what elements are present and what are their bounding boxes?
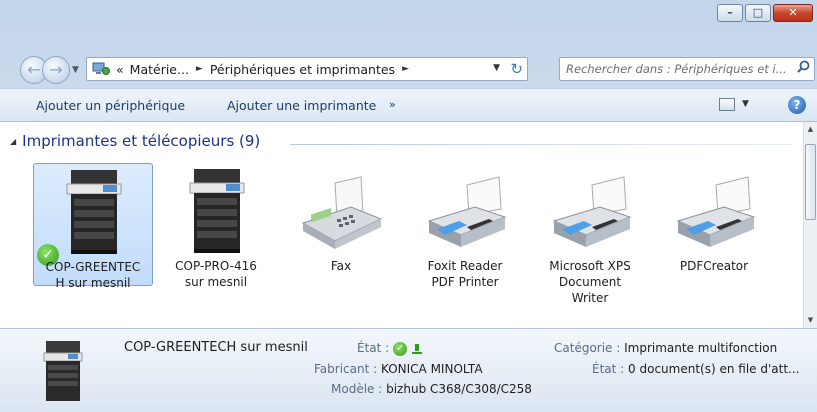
state-field: État : ✓ — [357, 341, 423, 356]
mfp-printer-icon — [156, 163, 276, 257]
close-button[interactable]: ✕ — [773, 4, 813, 22]
breadcrumb-devices-printers[interactable]: Périphériques et imprimantes — [210, 62, 395, 77]
collapse-arrow-icon[interactable]: ◢ — [10, 137, 16, 146]
device-label-line: Fax — [330, 259, 352, 273]
device-item[interactable]: Fax — [281, 163, 401, 328]
address-dropdown-icon[interactable]: ▼ — [493, 63, 500, 73]
device-label: Foxit Reader PDF Printer — [405, 258, 525, 290]
ok-status-icon: ✓ — [393, 341, 408, 356]
recent-pages-dropdown[interactable]: ▼ — [72, 65, 79, 75]
maximize-button[interactable]: □ — [745, 4, 771, 22]
model-value: bizhub C368/C308/C258 — [386, 382, 532, 396]
search-input[interactable]: Rechercher dans : Périphériques et i... — [559, 57, 815, 81]
printer-icon — [654, 163, 774, 257]
breadcrumb-prefix[interactable]: « — [116, 62, 124, 77]
address-bar[interactable]: « Matérie... ► Périphériques et impriman… — [86, 57, 528, 81]
device-item[interactable]: PDFCreator — [654, 163, 774, 328]
view-options-icon[interactable] — [719, 98, 735, 111]
view-options-dropdown-icon[interactable]: ▼ — [742, 99, 749, 109]
minimize-icon: – — [727, 6, 733, 19]
device-label: PDFCreator — [654, 258, 774, 274]
model-field: Modèle : bizhub C368/C308/C258 — [331, 382, 532, 396]
category-value: Imprimante multifonction — [624, 341, 778, 355]
device-label: COP-PRO-416 sur mesnil — [156, 258, 276, 290]
group-title: Imprimantes et télécopieurs (9) — [22, 132, 261, 150]
refresh-icon[interactable]: ↻ — [510, 60, 523, 78]
category-field: Catégorie : Imprimante multifonction — [554, 341, 777, 355]
group-divider — [290, 144, 792, 145]
device-label: Fax — [281, 258, 401, 274]
device-label: Microsoft XPS Document Writer — [530, 258, 650, 306]
maximize-icon: □ — [752, 6, 764, 19]
devices-view: ◢ Imprimantes et télécopieurs (9) ✓ COP-G… — [0, 122, 803, 328]
device-label-line: PDF Printer — [431, 275, 499, 289]
vertical-scrollbar[interactable]: ▲ ▼ — [803, 122, 817, 328]
fax-icon — [281, 163, 401, 257]
network-printer-icon — [411, 343, 423, 355]
command-bar: Ajouter un périphérique Ajouter une impr… — [0, 88, 817, 122]
selected-device-name: COP-GREENTECH sur mesnil — [124, 340, 308, 355]
add-device-button[interactable]: Ajouter un périphérique — [36, 98, 185, 113]
queue-status-label: État : — [592, 362, 625, 376]
state-label: État : — [357, 341, 390, 355]
device-item[interactable]: Microsoft XPS Document Writer — [530, 163, 650, 328]
breadcrumb-materiel[interactable]: Matérie... — [130, 62, 189, 77]
group-header-printers[interactable]: ◢ Imprimantes et télécopieurs (9) — [10, 132, 260, 150]
control-panel-icon — [92, 62, 110, 76]
device-label-line: Writer — [571, 291, 609, 305]
manufacturer-value: KONICA MINOLTA — [381, 362, 483, 376]
model-label: Modèle : — [331, 382, 383, 396]
search-icon[interactable] — [797, 60, 810, 77]
explorer-window: – □ ✕ ← → ▼ « Matérie... ► Périphériques… — [0, 0, 817, 412]
minimize-button[interactable]: – — [717, 4, 743, 22]
navigation-bar: ← → ▼ « Matérie... ► Périphériques et im… — [0, 50, 817, 88]
device-label-line: COP-GREENTEC — [45, 260, 141, 274]
add-printer-button[interactable]: Ajouter une imprimante — [227, 98, 376, 113]
manufacturer-label: Fabricant : — [314, 362, 378, 376]
device-label-line: Microsoft XPS — [549, 259, 631, 273]
manufacturer-field: Fabricant : KONICA MINOLTA — [314, 362, 483, 376]
queue-status-value: 0 document(s) en file d'att... — [628, 362, 800, 376]
device-label-line: H sur mesnil — [55, 276, 131, 290]
close-icon: ✕ — [788, 6, 798, 19]
details-pane: COP-GREENTECH sur mesnil État : ✓ Fabric… — [0, 328, 817, 412]
search-placeholder: Rechercher dans : Périphériques et i... — [566, 62, 787, 76]
device-label-line: Foxit Reader — [427, 259, 503, 273]
forward-button[interactable]: → — [42, 56, 70, 84]
help-icon[interactable]: ? — [788, 96, 806, 114]
scroll-down-icon[interactable]: ▼ — [804, 313, 817, 328]
device-label-line: Document — [558, 275, 622, 289]
queue-status-field: État : 0 document(s) en file d'att... — [592, 362, 799, 376]
window-controls: – □ ✕ — [717, 4, 813, 22]
scroll-thumb[interactable] — [805, 144, 816, 220]
device-label-line: PDFCreator — [679, 259, 749, 273]
device-label-line: sur mesnil — [184, 275, 248, 289]
device-item[interactable]: COP-PRO-416 sur mesnil — [156, 163, 276, 328]
mfp-printer-icon — [38, 339, 88, 403]
printer-icon — [530, 163, 650, 257]
breadcrumb-separator[interactable]: ► — [402, 64, 409, 74]
device-label: COP-GREENTEC H sur mesnil — [34, 259, 152, 291]
more-commands-icon[interactable]: » — [389, 98, 396, 111]
device-item[interactable]: ✓ COP-GREENTEC H sur mesnil — [33, 163, 153, 290]
device-label-line: COP-PRO-416 — [175, 259, 257, 273]
printer-icon — [405, 163, 525, 257]
breadcrumb-separator[interactable]: ► — [196, 64, 203, 74]
device-item[interactable]: Foxit Reader PDF Printer — [405, 163, 525, 328]
category-label: Catégorie : — [554, 341, 621, 355]
scroll-up-icon[interactable]: ▲ — [804, 122, 817, 137]
